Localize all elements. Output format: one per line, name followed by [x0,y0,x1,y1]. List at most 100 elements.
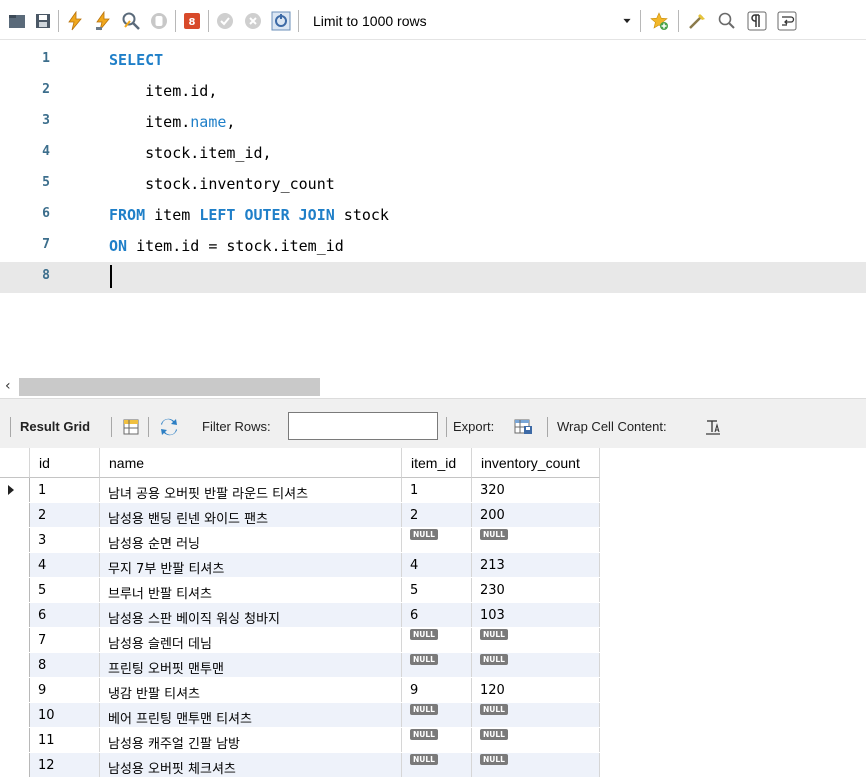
cell-id[interactable]: 5 [30,578,100,602]
code-text[interactable]: stock.item_id, [109,144,271,162]
cell-name[interactable]: 남녀 공용 오버핏 반팔 라운드 티셔츠 [100,478,402,502]
filter-rows-input[interactable] [288,412,438,440]
row-selector[interactable] [0,528,30,552]
cell-id[interactable]: 3 [30,528,100,552]
editor-line[interactable]: 1 SELECT [0,45,866,76]
cell-inventory-count[interactable]: 320 [472,478,600,502]
cell-id[interactable]: 2 [30,503,100,527]
editor-line[interactable]: 3 item.name, [0,107,866,138]
find-icon[interactable] [716,10,738,32]
cell-item-id[interactable]: NULL [402,628,472,652]
cell-name[interactable]: 브루너 반팔 티셔츠 [100,578,402,602]
sql-editor[interactable]: 1 SELECT 2 item.id, 3 item.name, 4 stock.ite… [0,40,866,376]
cell-id[interactable]: 12 [30,753,100,777]
cell-item-id[interactable]: 1 [402,478,472,502]
stop-icon[interactable] [148,10,170,32]
table-row[interactable]: 11 남성용 캐주얼 긴팔 남방 NULL NULL [0,728,866,752]
code-text[interactable]: FROM item LEFT OUTER JOIN stock [109,206,389,224]
cell-id[interactable]: 4 [30,553,100,577]
rollback-icon[interactable] [242,10,264,32]
row-selector[interactable] [0,753,30,777]
cell-inventory-count[interactable]: 213 [472,553,600,577]
cell-inventory-count[interactable]: NULL [472,703,600,727]
cell-id[interactable]: 8 [30,653,100,677]
cell-item-id[interactable]: 5 [402,578,472,602]
cell-id[interactable]: 10 [30,703,100,727]
chevron-down-icon[interactable] [620,10,634,32]
cell-id[interactable]: 6 [30,603,100,627]
table-row[interactable]: 12 남성용 오버핏 체크셔츠 NULL NULL [0,753,866,777]
row-selector[interactable] [0,728,30,752]
column-header-inventory-count[interactable]: inventory_count [472,448,600,478]
editor-line[interactable]: 2 item.id, [0,76,866,107]
row-selector[interactable] [0,603,30,627]
beautify-icon[interactable] [686,10,708,32]
code-text[interactable]: SELECT [109,51,163,69]
code-text[interactable]: stock.inventory_count [109,175,335,193]
cell-item-id[interactable]: NULL [402,703,472,727]
column-header-id[interactable]: id [30,448,100,478]
row-selector[interactable] [0,678,30,702]
cell-id[interactable]: 11 [30,728,100,752]
grid-view-icon[interactable] [120,416,142,438]
cell-item-id[interactable]: 6 [402,603,472,627]
result-grid[interactable]: id name item_id inventory_count 1 남녀 공용 오버핏 … [0,448,866,779]
invisible-characters-icon[interactable] [746,10,768,32]
row-selector[interactable] [0,478,30,502]
cell-item-id[interactable]: NULL [402,653,472,677]
cell-inventory-count[interactable]: NULL [472,628,600,652]
execute-current-icon[interactable] [92,10,114,32]
editor-line[interactable]: 8 [0,262,866,293]
cell-id[interactable]: 1 [30,478,100,502]
cell-item-id[interactable]: 9 [402,678,472,702]
result-grid-tab[interactable]: Result Grid [20,419,90,434]
cell-inventory-count[interactable]: NULL [472,753,600,777]
table-row[interactable]: 6 남성용 스판 베이직 워싱 청바지 6 103 [0,603,866,627]
table-row[interactable]: 4 무지 7부 반팔 티셔츠 4 213 [0,553,866,577]
toggle-continue-on-error-icon[interactable]: 8 [181,10,203,32]
filter-rows-icon[interactable] [158,416,180,438]
cell-name[interactable]: 남성용 스판 베이직 워싱 청바지 [100,603,402,627]
cell-item-id[interactable]: 4 [402,553,472,577]
code-text[interactable]: item.id, [109,82,217,100]
editor-line[interactable]: 7 ON item.id = stock.item_id [0,231,866,262]
cell-inventory-count[interactable]: 103 [472,603,600,627]
limit-rows-select[interactable]: Limit to 1000 rows [305,10,485,32]
open-file-icon[interactable] [6,10,28,32]
cell-name[interactable]: 냉감 반팔 티셔츠 [100,678,402,702]
cell-inventory-count[interactable]: NULL [472,728,600,752]
row-selector[interactable] [0,503,30,527]
table-row[interactable]: 7 남성용 슬렌더 데님 NULL NULL [0,628,866,652]
explain-icon[interactable] [120,10,142,32]
cell-name[interactable]: 남성용 밴딩 린넨 와이드 팬츠 [100,503,402,527]
cell-name[interactable]: 남성용 오버핏 체크셔츠 [100,753,402,777]
editor-horizontal-scrollbar[interactable]: ‹ [0,376,866,398]
cell-name[interactable]: 무지 7부 반팔 티셔츠 [100,553,402,577]
table-row[interactable]: 9 냉감 반팔 티셔츠 9 120 [0,678,866,702]
editor-line[interactable]: 6 FROM item LEFT OUTER JOIN stock [0,200,866,231]
cell-name[interactable]: 베어 프린팅 맨투맨 티셔츠 [100,703,402,727]
table-row[interactable]: 3 남성용 순면 러닝 NULL NULL [0,528,866,552]
cell-item-id[interactable]: NULL [402,728,472,752]
column-header-item-id[interactable]: item_id [402,448,472,478]
row-selector[interactable] [0,653,30,677]
table-row[interactable]: 5 브루너 반팔 티셔츠 5 230 [0,578,866,602]
cell-inventory-count[interactable]: 230 [472,578,600,602]
wrap-cell-content-icon[interactable] [702,416,724,438]
cell-inventory-count[interactable]: 120 [472,678,600,702]
code-text[interactable]: ON item.id = stock.item_id [109,237,344,255]
editor-line[interactable]: 4 stock.item_id, [0,138,866,169]
cell-name[interactable]: 남성용 캐주얼 긴팔 남방 [100,728,402,752]
save-icon[interactable] [32,10,54,32]
code-text[interactable]: item.name, [109,113,235,131]
add-snippet-icon[interactable] [648,10,670,32]
editor-line[interactable]: 5 stock.inventory_count [0,169,866,200]
column-header-name[interactable]: name [100,448,402,478]
row-selector[interactable] [0,578,30,602]
cell-inventory-count[interactable]: NULL [472,528,600,552]
table-row[interactable]: 10 베어 프린팅 맨투맨 티셔츠 NULL NULL [0,703,866,727]
row-selector[interactable] [0,553,30,577]
row-selector[interactable] [0,628,30,652]
table-row[interactable]: 2 남성용 밴딩 린넨 와이드 팬츠 2 200 [0,503,866,527]
cell-inventory-count[interactable]: 200 [472,503,600,527]
